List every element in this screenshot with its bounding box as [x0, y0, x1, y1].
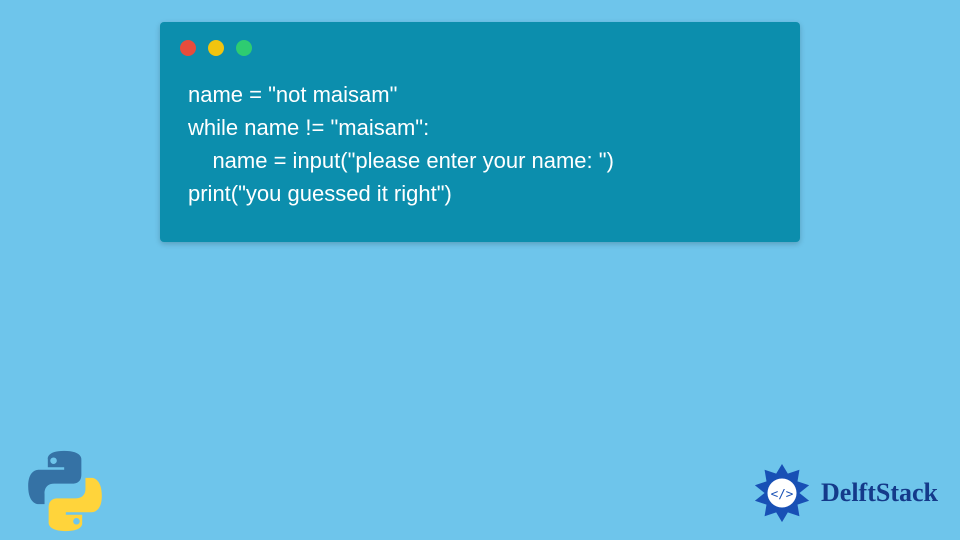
window-controls [160, 22, 800, 64]
window-dot-red [180, 40, 196, 56]
window-dot-green [236, 40, 252, 56]
brand-name: DelftStack [821, 478, 938, 508]
brand-emblem-icon: </> [751, 462, 813, 524]
brand: </> DelftStack [751, 462, 938, 524]
code-body: name = "not maisam" while name != "maisa… [160, 64, 800, 214]
code-line-3: name = input("please enter your name: ") [188, 148, 614, 173]
code-window: name = "not maisam" while name != "maisa… [160, 22, 800, 242]
code-line-4: print("you guessed it right") [188, 181, 452, 206]
code-line-2: while name != "maisam": [188, 115, 429, 140]
python-logo-icon [20, 446, 110, 536]
code-line-1: name = "not maisam" [188, 82, 397, 107]
svg-text:</>: </> [771, 486, 794, 501]
window-dot-yellow [208, 40, 224, 56]
